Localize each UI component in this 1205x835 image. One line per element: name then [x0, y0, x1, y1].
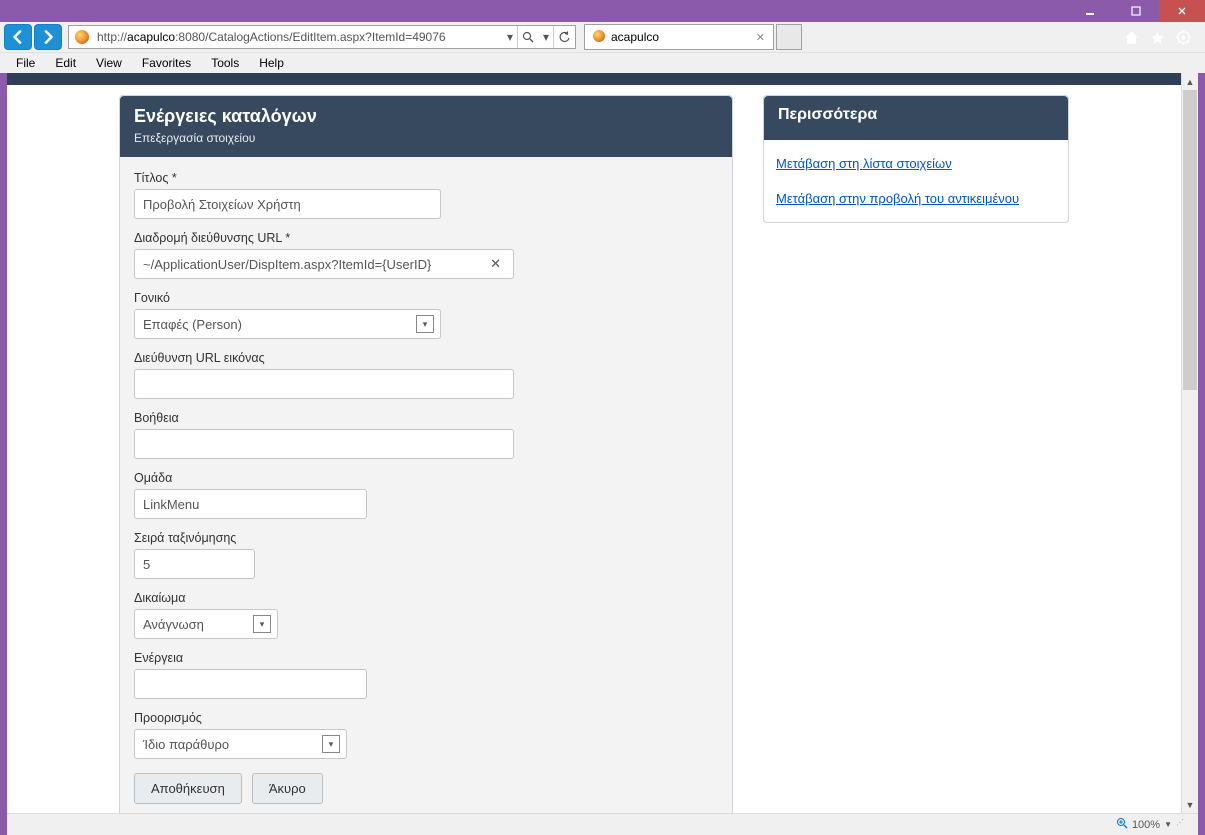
- target-value: Ίδιο παράθυρο: [143, 737, 229, 752]
- perm-value: Ανάγνωση: [143, 617, 204, 632]
- nav-back-button[interactable]: [4, 24, 32, 50]
- tab-favicon-icon: [593, 30, 605, 45]
- panel-subtitle: Επεξεργασία στοιχείου: [134, 131, 718, 145]
- title-input[interactable]: [134, 189, 441, 219]
- window-close-button[interactable]: [1159, 0, 1205, 22]
- home-icon[interactable]: [1123, 29, 1139, 45]
- window-maximize-button[interactable]: [1113, 0, 1159, 22]
- sort-label: Σειρά ταξινόμησης: [134, 531, 718, 545]
- menu-file[interactable]: File: [6, 54, 45, 72]
- new-tab-button[interactable]: [776, 24, 802, 50]
- favorites-icon[interactable]: [1149, 29, 1165, 45]
- action-label: Ενέργεια: [134, 651, 718, 665]
- save-button[interactable]: Αποθήκευση: [134, 773, 242, 804]
- zoom-level[interactable]: 100%: [1132, 819, 1160, 831]
- help-input[interactable]: [134, 429, 514, 459]
- help-label: Βοήθεια: [134, 411, 718, 425]
- parent-select[interactable]: Επαφές (Person) ▾: [134, 309, 441, 339]
- url-dropdown-icon[interactable]: ▾: [503, 30, 517, 44]
- zoom-icon[interactable]: [1116, 817, 1128, 832]
- title-label: Τίτλος *: [134, 171, 718, 185]
- imgurl-input[interactable]: [134, 369, 514, 399]
- parent-value: Επαφές (Person): [143, 317, 242, 332]
- search-dropdown-icon[interactable]: ▾: [539, 30, 553, 44]
- vertical-scrollbar[interactable]: ▲ ▼: [1181, 73, 1198, 813]
- more-panel: Περισσότερα Μετάβαση στη λίστα στοιχείων…: [763, 95, 1069, 223]
- goto-list-link[interactable]: Μετάβαση στη λίστα στοιχείων: [776, 156, 1056, 171]
- browser-tab[interactable]: acapulco ✕: [584, 24, 774, 50]
- tab-close-icon[interactable]: ✕: [756, 31, 765, 44]
- parent-label: Γονικό: [134, 291, 718, 305]
- action-input[interactable]: [134, 669, 367, 699]
- menu-favorites[interactable]: Favorites: [132, 54, 201, 72]
- url-text: http://acapulco:8080/CatalogActions/Edit…: [95, 30, 503, 44]
- resize-grip-icon[interactable]: ⋰: [1176, 818, 1190, 832]
- imgurl-label: Διεύθυνση URL εικόνας: [134, 351, 718, 365]
- group-label: Ομάδα: [134, 471, 718, 485]
- side-panel-title: Περισσότερα: [778, 106, 1054, 124]
- urlpath-input[interactable]: ✕: [134, 249, 514, 279]
- chevron-down-icon: ▾: [416, 315, 434, 333]
- sort-input[interactable]: [134, 549, 255, 579]
- chevron-down-icon: ▾: [253, 615, 271, 633]
- panel-title: Ενέργειες καταλόγων: [134, 106, 718, 127]
- scroll-thumb[interactable]: [1183, 90, 1197, 390]
- refresh-icon[interactable]: [553, 26, 575, 48]
- menu-help[interactable]: Help: [249, 54, 294, 72]
- scroll-up-icon[interactable]: ▲: [1182, 73, 1198, 90]
- page-header-strip: [7, 73, 1181, 85]
- address-bar[interactable]: http://acapulco:8080/CatalogActions/Edit…: [68, 25, 576, 49]
- window-minimize-button[interactable]: [1067, 0, 1113, 22]
- edit-item-panel: Ενέργειες καταλόγων Επεξεργασία στοιχείο…: [119, 95, 733, 813]
- site-favicon-icon: [73, 28, 91, 46]
- target-label: Προορισμός: [134, 711, 718, 725]
- clear-input-icon[interactable]: ✕: [486, 256, 505, 272]
- scroll-down-icon[interactable]: ▼: [1182, 796, 1198, 813]
- target-select[interactable]: Ίδιο παράθυρο ▾: [134, 729, 347, 759]
- chevron-down-icon: ▾: [322, 735, 340, 753]
- search-icon[interactable]: [517, 26, 539, 48]
- menu-tools[interactable]: Tools: [201, 54, 249, 72]
- goto-view-link[interactable]: Μετάβαση στην προβολή του αντικειμένου: [776, 191, 1056, 206]
- urlpath-label: Διαδρομή διεύθυνσης URL *: [134, 231, 718, 245]
- nav-forward-button[interactable]: [34, 24, 62, 50]
- perm-label: Δικαίωμα: [134, 591, 718, 605]
- tab-title: acapulco: [611, 30, 659, 44]
- zoom-dropdown-icon[interactable]: ▼: [1164, 820, 1172, 829]
- menu-view[interactable]: View: [86, 54, 132, 72]
- tools-icon[interactable]: [1175, 29, 1191, 45]
- group-input[interactable]: [134, 489, 367, 519]
- cancel-button[interactable]: Άκυρο: [252, 773, 323, 804]
- perm-select[interactable]: Ανάγνωση ▾: [134, 609, 278, 639]
- menu-edit[interactable]: Edit: [45, 54, 86, 72]
